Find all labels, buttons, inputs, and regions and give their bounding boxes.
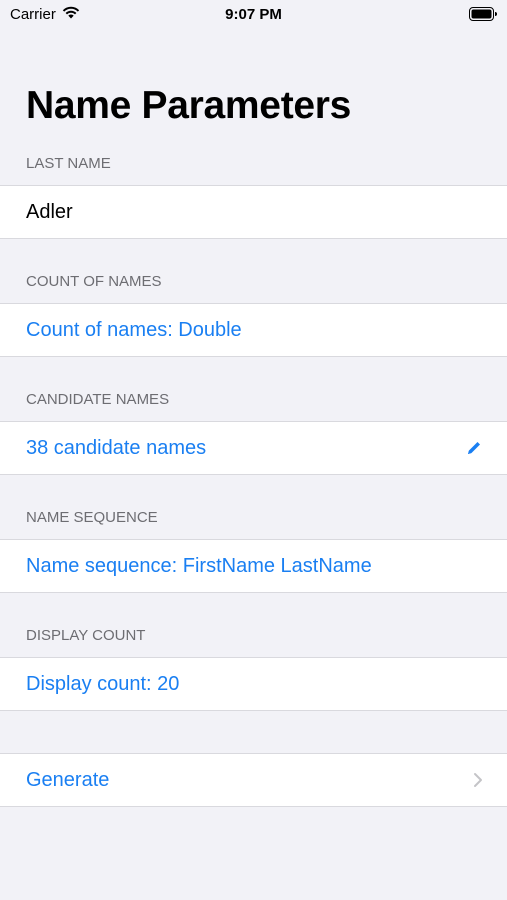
battery-icon: [469, 7, 497, 25]
candidate-names-header: CANDIDATE NAMES: [26, 391, 170, 408]
status-bar: Carrier 9:07 PM: [0, 0, 507, 28]
name-sequence-cell[interactable]: Name sequence: FirstName LastName: [0, 539, 507, 593]
display-count-cell[interactable]: Display count: 20: [0, 657, 507, 711]
name-sequence-header: NAME SEQUENCE: [26, 509, 158, 526]
display-count-header: DISPLAY COUNT: [26, 627, 146, 644]
count-of-names-label: Count of names: Double: [26, 318, 242, 341]
last-name-header: LAST NAME: [26, 155, 111, 172]
status-time: 9:07 PM: [225, 6, 282, 23]
page-title: Name Parameters: [26, 84, 352, 127]
count-of-names-cell[interactable]: Count of names: Double: [0, 303, 507, 357]
chevron-right-icon: [473, 772, 483, 788]
generate-cell[interactable]: Generate: [0, 753, 507, 807]
last-name-field[interactable]: Adler: [0, 185, 507, 239]
display-count-label: Display count: 20: [26, 672, 180, 695]
pencil-icon[interactable]: [465, 439, 483, 457]
candidate-names-cell[interactable]: 38 candidate names: [0, 421, 507, 475]
name-sequence-label: Name sequence: FirstName LastName: [26, 554, 372, 577]
last-name-value: Adler: [26, 200, 73, 223]
candidate-names-label: 38 candidate names: [26, 436, 207, 459]
generate-label: Generate: [26, 768, 110, 791]
count-of-names-header: COUNT OF NAMES: [26, 273, 162, 290]
